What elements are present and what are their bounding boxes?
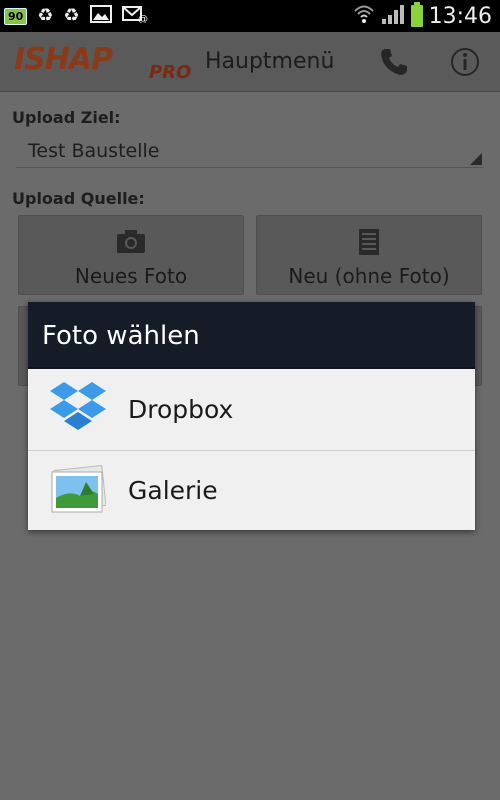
signal-icon	[381, 3, 405, 29]
system-icons: 13:46	[353, 2, 492, 29]
upload-target-label: Upload Ziel:	[12, 108, 121, 127]
recycle-icon: ♻	[63, 5, 80, 26]
new-photo-label: Neues Foto	[74, 264, 188, 288]
new-without-photo-label: Neu (ohne Foto)	[288, 264, 450, 288]
page-title: Hauptmenü	[205, 49, 335, 74]
notification-icons: 90 ♻ ♻ @	[4, 5, 148, 27]
image-icon	[89, 5, 112, 27]
info-icon[interactable]	[449, 46, 481, 78]
recycle-icon: ♻	[37, 5, 54, 26]
mail-at-icon: @	[121, 5, 148, 27]
gallery-icon	[50, 464, 107, 520]
dialog-item-label: Dropbox	[128, 395, 234, 424]
choose-photo-dialog: Foto wählen Dropbox Galerie	[28, 302, 475, 530]
dialog-item-label: Galerie	[128, 476, 218, 505]
wifi-icon	[353, 3, 375, 29]
new-without-photo-button[interactable]: Neu (ohne Foto)	[256, 215, 482, 295]
battery-badge: 90	[4, 7, 28, 25]
dropbox-icon	[48, 380, 108, 440]
dropdown-arrow-icon	[470, 153, 482, 165]
action-bar: ISHAP PRO Hauptmenü	[0, 32, 500, 92]
dialog-title: Foto wählen	[42, 321, 200, 351]
document-icon	[358, 228, 380, 260]
camera-icon	[116, 228, 146, 258]
dialog-item-dropbox[interactable]: Dropbox	[28, 370, 475, 450]
phone-icon[interactable]	[378, 46, 410, 78]
svg-text:@: @	[138, 14, 148, 23]
dialog-item-gallery[interactable]: Galerie	[28, 451, 475, 531]
clock: 13:46	[428, 3, 492, 29]
logo-text: ISHAP	[14, 42, 113, 77]
new-photo-button[interactable]: Neues Foto	[18, 215, 244, 295]
upload-target-spinner[interactable]: Test Baustelle	[16, 130, 484, 168]
logo-suffix: PRO	[149, 62, 192, 83]
upload-source-label: Upload Quelle:	[12, 189, 145, 208]
upload-target-value: Test Baustelle	[28, 140, 160, 162]
status-bar: 90 ♻ ♻ @ 13:46	[0, 0, 500, 32]
app-logo: ISHAP PRO	[14, 42, 196, 83]
dialog-header: Foto wählen	[28, 302, 475, 369]
battery-icon	[410, 2, 423, 27]
